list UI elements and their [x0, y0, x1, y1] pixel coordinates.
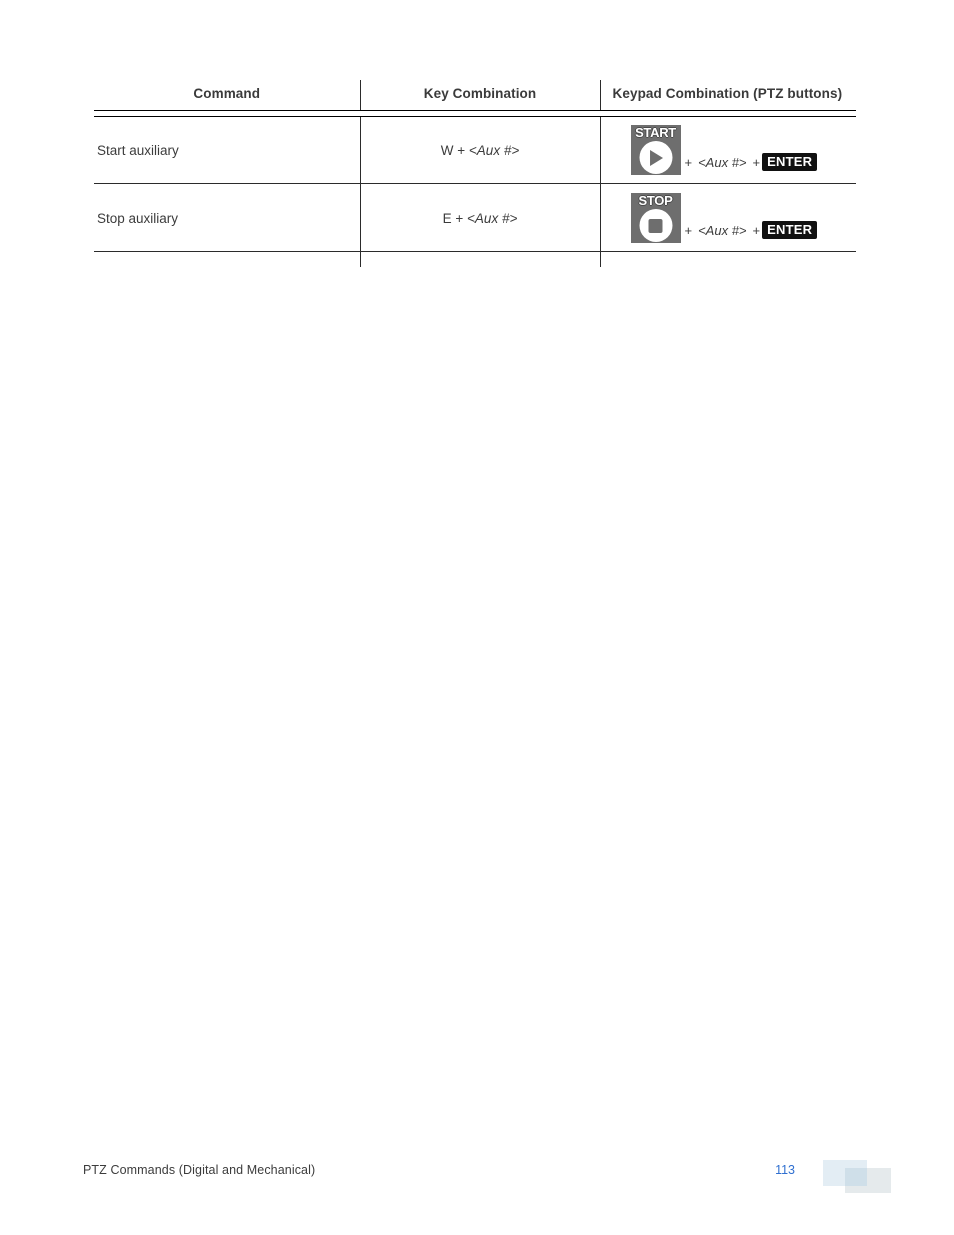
- ptz-stop-button-icon: STOP: [630, 193, 681, 243]
- ptz-start-button-icon: START: [630, 125, 681, 175]
- document-page: Command Key Combination Keypad Combinati…: [0, 0, 954, 1235]
- table-tail-key: [359, 253, 600, 267]
- table-tail-row: [94, 253, 856, 267]
- header-double-rule: [94, 110, 856, 117]
- ptz-button-disc: [639, 209, 672, 242]
- table-tail-keypad: [599, 253, 856, 267]
- cell-keypad-combination-start: START + <Aux #> + ENTER: [599, 117, 856, 184]
- table-row: Stop auxiliary E + <Aux #> STOP + <Aux #…: [94, 185, 856, 252]
- key-prefix: E +: [442, 210, 468, 226]
- header-double-rule-cell: [94, 110, 856, 117]
- cell-key-combination-stop: E + <Aux #>: [359, 185, 600, 252]
- cell-command-stop-auxiliary: Stop auxiliary: [97, 210, 179, 226]
- column-header-command: Command: [193, 86, 261, 101]
- enter-key-badge: ENTER: [762, 153, 818, 171]
- keypad-separator-2: +: [752, 223, 761, 238]
- column-header-key-combination: Key Combination: [359, 80, 600, 110]
- key-combination-start: W + <Aux #>: [441, 143, 519, 158]
- ptz-button-disc: [639, 141, 672, 174]
- table-header-row: Command Key Combination Keypad Combinati…: [94, 80, 856, 110]
- keypad-combination-stop: STOP + <Aux #> + ENTER: [630, 193, 856, 243]
- footer-decoration-block-c: [845, 1168, 867, 1186]
- key-combination-stop: E + <Aux #>: [443, 211, 518, 226]
- keypad-separator-1: +: [684, 155, 693, 170]
- key-variable: <Aux #>: [468, 142, 520, 158]
- ptz-start-button-label: START: [635, 125, 676, 140]
- cell-command-start-auxiliary: Start auxiliary: [97, 142, 179, 158]
- ptz-commands-table-wrapper: Command Key Combination Keypad Combinati…: [94, 80, 856, 267]
- cell-keypad-combination-stop: STOP + <Aux #> + ENTER: [599, 185, 856, 252]
- key-variable: <Aux #>: [467, 210, 518, 226]
- page-footer: PTZ Commands (Digital and Mechanical) 11…: [83, 1160, 891, 1203]
- keypad-combination-start: START + <Aux #> + ENTER: [630, 125, 856, 175]
- ptz-stop-button-label: STOP: [638, 193, 673, 208]
- header-double-rule-row: [94, 110, 856, 117]
- table-row: Start auxiliary W + <Aux #> START + <Aux…: [94, 117, 856, 184]
- enter-key-badge: ENTER: [762, 221, 818, 239]
- table-body: Start auxiliary W + <Aux #> START + <Aux…: [94, 110, 856, 267]
- ptz-commands-table: Command Key Combination Keypad Combinati…: [94, 80, 856, 267]
- keypad-variable: <Aux #>: [698, 155, 747, 170]
- keypad-variable: <Aux #>: [698, 223, 747, 238]
- table-tail-command: [94, 253, 360, 267]
- play-icon: [650, 149, 664, 166]
- stop-square-icon: [648, 218, 663, 233]
- keypad-separator-1: +: [684, 223, 693, 238]
- keypad-separator-2: +: [752, 155, 761, 170]
- cell-key-combination-start: W + <Aux #>: [359, 117, 600, 184]
- footer-page-number: 113: [775, 1163, 795, 1177]
- key-prefix: W +: [440, 142, 469, 158]
- column-header-keypad-combination: Keypad Combination (PTZ buttons): [599, 80, 856, 110]
- footer-section-title: PTZ Commands (Digital and Mechanical): [83, 1163, 316, 1177]
- table-header: Command Key Combination Keypad Combinati…: [94, 80, 856, 110]
